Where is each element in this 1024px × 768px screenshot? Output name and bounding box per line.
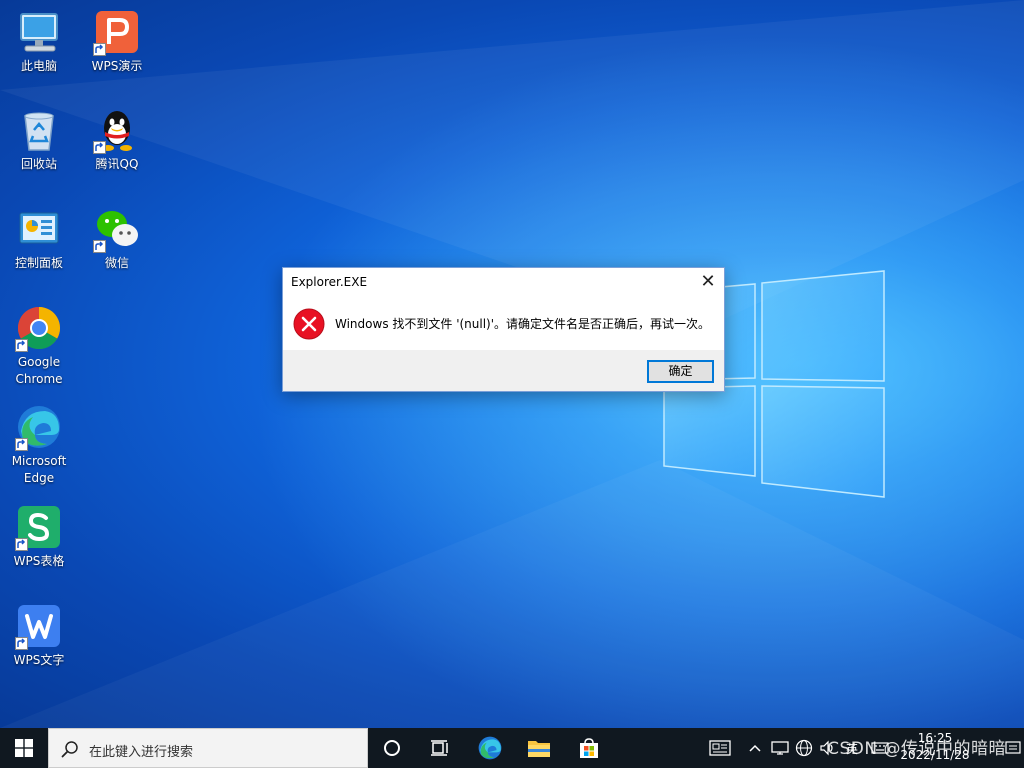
error-icon: [293, 308, 325, 340]
dialog-title: Explorer.EXE: [291, 275, 368, 289]
windows-logo-icon: [15, 739, 33, 757]
desktop-icon-wps-presentation[interactable]: WPS演示: [79, 8, 155, 75]
wps-presentation-icon: [93, 8, 141, 56]
desktop-icon-microsoft-edge[interactable]: Microsoft Edge: [1, 403, 77, 487]
desktop-icon-recycle-bin[interactable]: 回收站: [1, 106, 77, 173]
desktop-icon-control-panel[interactable]: 控制面板: [1, 205, 77, 272]
chrome-icon: [15, 304, 63, 352]
shortcut-arrow-icon: [93, 240, 106, 253]
qq-icon: [93, 106, 141, 154]
computer-icon: [15, 8, 63, 56]
dialog-titlebar[interactable]: Explorer.EXE ✕: [283, 268, 724, 298]
task-view-button[interactable]: [418, 728, 462, 768]
desktop-icon-label: 腾讯QQ: [95, 157, 139, 171]
desktop-icon-label: WPS文字: [13, 653, 65, 667]
edge-icon: [15, 403, 63, 451]
chevron-up-icon: [749, 744, 761, 752]
network-button[interactable]: [768, 728, 792, 768]
wps-spreadsheet-icon: [15, 503, 63, 551]
news-icon: [709, 740, 731, 756]
cortana-button[interactable]: [370, 728, 414, 768]
taskbar-store-button[interactable]: [566, 728, 612, 768]
desktop-icon-label: Chrome: [15, 372, 63, 386]
desktop-icon-label: 此电脑: [20, 59, 57, 73]
search-placeholder: 在此键入进行搜索: [89, 745, 194, 760]
cortana-icon: [384, 740, 400, 756]
desktop-icon-label: Microsoft: [11, 454, 67, 468]
close-button[interactable]: ✕: [692, 268, 724, 297]
desktop-icon-label: 微信: [104, 256, 129, 270]
desktop-icon-wps-spreadsheet[interactable]: WPS表格: [1, 503, 77, 570]
shortcut-arrow-icon: [15, 637, 28, 650]
dialog-message: Windows 找不到文件 '(null)'。请确定文件名是否正确后，再试一次。: [335, 317, 711, 331]
desktop-icon-label: Google: [17, 355, 61, 369]
desktop-icon-wechat[interactable]: 微信: [79, 205, 155, 272]
dialog-footer: 确定: [283, 350, 724, 391]
taskbar: 在此键入进行搜索 英 16:25 2022/11/28 CSDN @传说中的暗暗: [0, 728, 1024, 768]
desktop-icon-this-pc[interactable]: 此电脑: [1, 8, 77, 75]
ok-button[interactable]: 确定: [647, 360, 714, 383]
error-dialog: Explorer.EXE ✕ Windows 找不到文件 '(null)'。请确…: [282, 267, 725, 392]
desktop-icon-label: 回收站: [20, 157, 57, 171]
language-button[interactable]: [792, 728, 816, 768]
wps-writer-icon: [15, 602, 63, 650]
search-box[interactable]: 在此键入进行搜索: [48, 728, 368, 768]
show-hidden-icons-button[interactable]: [744, 728, 766, 768]
edge-icon: [478, 736, 502, 760]
globe-icon: [795, 739, 813, 757]
desktop-icon-label: 控制面板: [14, 256, 63, 270]
dialog-body: Windows 找不到文件 '(null)'。请确定文件名是否正确后，再试一次。: [283, 298, 724, 350]
watermark: CSDN @传说中的暗暗: [827, 739, 1006, 759]
desktop-icon-tencent-qq[interactable]: 腾讯QQ: [79, 106, 155, 173]
folder-icon: [528, 741, 550, 757]
control-panel-icon: [15, 205, 63, 253]
start-button[interactable]: [0, 728, 48, 768]
shortcut-arrow-icon: [15, 339, 28, 352]
news-widget-button[interactable]: [704, 728, 736, 768]
wechat-icon: [93, 205, 141, 253]
desktop-icon-wps-writer[interactable]: WPS文字: [1, 602, 77, 669]
store-icon: [580, 738, 598, 758]
shortcut-arrow-icon: [15, 538, 28, 551]
desktop-icon-label: WPS演示: [91, 59, 143, 73]
desktop-icon-label: Edge: [23, 471, 55, 485]
taskbar-edge-button[interactable]: [468, 728, 512, 768]
search-icon: [61, 741, 78, 758]
recycle-bin-icon: [15, 106, 63, 154]
shortcut-arrow-icon: [93, 43, 106, 56]
task-view-icon: [431, 740, 448, 756]
desktop-icon-google-chrome[interactable]: Google Chrome: [1, 304, 77, 388]
shortcut-arrow-icon: [15, 438, 28, 451]
desktop-icon-label: WPS表格: [13, 554, 65, 568]
network-icon: [771, 741, 789, 755]
notification-icon: [1005, 741, 1021, 754]
taskbar-file-explorer-button[interactable]: [516, 728, 562, 768]
shortcut-arrow-icon: [93, 141, 106, 154]
notification-center-button[interactable]: [1002, 728, 1024, 768]
